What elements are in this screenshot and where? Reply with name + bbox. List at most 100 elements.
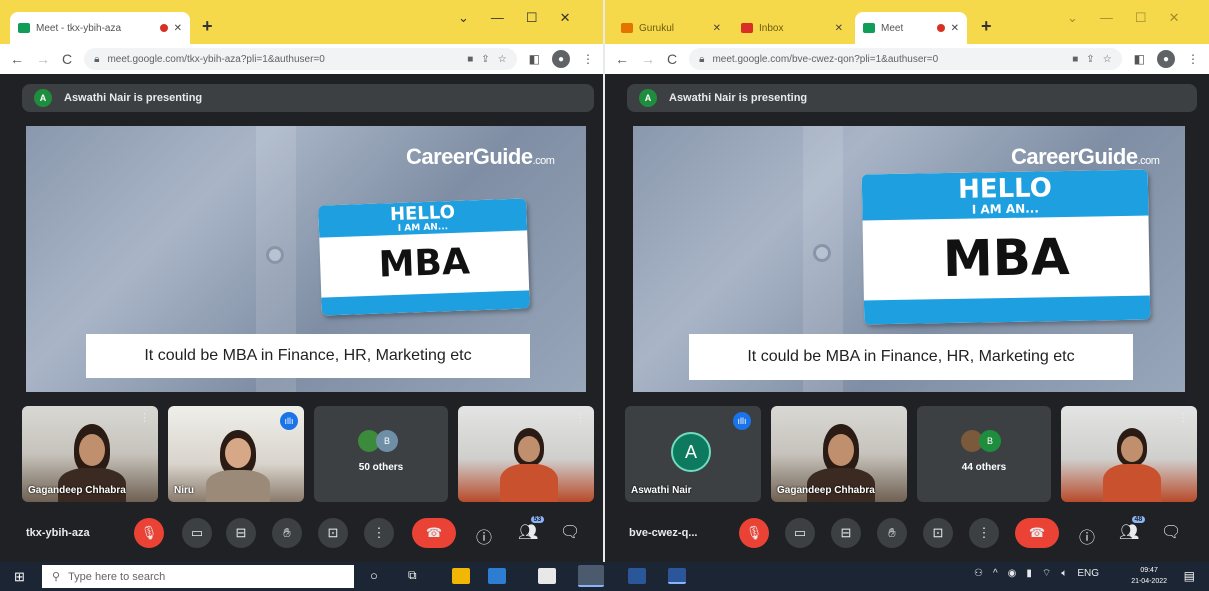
chat-icon[interactable]: 🗨︎ bbox=[560, 522, 580, 542]
chevron-up-icon[interactable]: ^ bbox=[993, 568, 998, 579]
notifications-icon[interactable]: ▤ bbox=[1184, 569, 1195, 583]
maximize-button[interactable]: ☐ bbox=[526, 10, 538, 26]
back-icon[interactable]: ← bbox=[615, 51, 629, 67]
share-icon[interactable]: ⇪ bbox=[1086, 54, 1094, 65]
profile-avatar[interactable]: ● bbox=[552, 50, 570, 68]
chat-icon[interactable]: 🗨︎ bbox=[1161, 522, 1181, 542]
more-options-icon[interactable]: ⋮ bbox=[139, 411, 150, 424]
tab-meet[interactable]: Meet - tkx-ybih-aza ✕ bbox=[10, 12, 190, 44]
presentation-slide: CareerGuide.com HELLO I AM AN... MBA It … bbox=[26, 126, 586, 392]
share-icon[interactable]: ⇪ bbox=[481, 54, 489, 65]
close-window-button[interactable]: ✕ bbox=[560, 10, 571, 26]
camera-icon[interactable]: ■ bbox=[1072, 54, 1078, 65]
tab-label: Meet bbox=[881, 22, 904, 34]
close-tab-icon[interactable]: ✕ bbox=[174, 23, 182, 34]
windows-start-icon[interactable]: ⊞ bbox=[14, 569, 25, 585]
end-call-button[interactable]: ☎︎ bbox=[412, 518, 456, 548]
person-face bbox=[1121, 436, 1143, 462]
participant-tile[interactable]: Gagandeep Chhabra bbox=[771, 406, 907, 502]
participant-tile[interactable]: ⋮ Gagandeep Chhabra bbox=[22, 406, 158, 502]
forward-icon[interactable]: → bbox=[36, 51, 50, 67]
maximize-button[interactable]: ☐ bbox=[1135, 10, 1147, 26]
participant-tile[interactable]: ıllı Niru bbox=[168, 406, 304, 502]
people-tray-icon[interactable]: ⚇ bbox=[974, 568, 983, 579]
more-options-icon[interactable]: ⋮ bbox=[1178, 411, 1189, 424]
badge-mba: MBA bbox=[942, 227, 1070, 289]
mic-off-button[interactable]: 🎙︎ bbox=[134, 518, 164, 548]
camera-button[interactable]: ▭ bbox=[785, 518, 815, 548]
tab-search-icon[interactable]: ⌄ bbox=[1067, 10, 1078, 26]
word-icon[interactable] bbox=[628, 568, 646, 584]
sidebar-icon[interactable]: ◧ bbox=[529, 52, 540, 66]
omnibox[interactable]: 🔒︎ meet.google.com/tkx-ybih-aza?pli=1&au… bbox=[84, 48, 517, 70]
info-icon[interactable]: ⓘ bbox=[476, 524, 492, 548]
people-icon[interactable]: 👥︎ 48 bbox=[1119, 516, 1146, 542]
profile-avatar[interactable]: ● bbox=[1157, 50, 1175, 68]
person-body bbox=[206, 470, 270, 502]
others-tile[interactable]: B 44 others bbox=[917, 406, 1051, 502]
new-tab-button[interactable]: + bbox=[202, 16, 213, 37]
badge-mba: MBA bbox=[377, 241, 471, 286]
minimize-button[interactable]: — bbox=[491, 10, 504, 26]
more-options-button[interactable]: ⋮ bbox=[364, 518, 394, 548]
close-tab-icon[interactable]: ✕ bbox=[713, 23, 721, 34]
language-indicator[interactable]: ENG bbox=[1077, 568, 1099, 579]
end-call-button[interactable]: ☎︎ bbox=[1015, 518, 1059, 548]
more-options-icon[interactable]: ⋮ bbox=[575, 411, 586, 424]
taskbar-search[interactable]: ⚲ Type here to search bbox=[42, 565, 354, 588]
meet-favicon-icon bbox=[863, 23, 875, 33]
cortana-icon[interactable]: ○ bbox=[370, 568, 378, 583]
battery-icon[interactable]: ▮ bbox=[1026, 568, 1032, 579]
close-window-button[interactable]: ✕ bbox=[1169, 10, 1180, 26]
participant-tile[interactable]: ⋮ bbox=[1061, 406, 1197, 502]
wifi-icon[interactable]: ⌔ bbox=[1042, 567, 1051, 580]
tab-label: Inbox bbox=[759, 22, 784, 34]
chrome-icon[interactable] bbox=[578, 565, 604, 587]
more-options-button[interactable]: ⋮ bbox=[969, 518, 999, 548]
task-view-icon[interactable]: ⧉ bbox=[408, 568, 417, 583]
menu-icon[interactable]: ⋮ bbox=[1187, 52, 1199, 66]
people-icon[interactable]: 👥︎ 53 bbox=[518, 516, 545, 542]
raise-hand-button[interactable]: ✋︎ bbox=[272, 518, 302, 548]
present-button[interactable]: ⊡ bbox=[318, 518, 348, 548]
tab-search-icon[interactable]: ⌄ bbox=[458, 10, 469, 26]
back-icon[interactable]: ← bbox=[10, 51, 24, 67]
raise-hand-button[interactable]: ✋︎ bbox=[877, 518, 907, 548]
close-tab-icon[interactable]: ✕ bbox=[951, 23, 959, 34]
tab-gurukul[interactable]: Gurukul ✕ bbox=[613, 12, 729, 44]
new-tab-button[interactable]: + bbox=[981, 16, 992, 37]
minimize-button[interactable]: — bbox=[1100, 10, 1113, 26]
participant-mini-avatar: B bbox=[376, 430, 398, 452]
clock[interactable]: 09:47 21-04-2022 bbox=[1131, 565, 1167, 587]
file-explorer-icon[interactable] bbox=[452, 568, 470, 584]
store-icon[interactable] bbox=[538, 568, 556, 584]
tab-meet[interactable]: Meet ✕ bbox=[855, 12, 967, 44]
omnibox[interactable]: 🔒︎ meet.google.com/bve-cwez-qon?pli=1&au… bbox=[689, 48, 1122, 70]
meeting-controls: bve-cwez-q... 🎙︎ ▭ ⊟ ✋︎ ⊡ ⋮ ☎︎ ⓘ 👥︎ 48 🗨︎ bbox=[605, 512, 1209, 554]
url-text: meet.google.com/bve-cwez-qon?pli=1&authu… bbox=[712, 53, 939, 65]
mic-off-button[interactable]: 🎙︎ bbox=[739, 518, 769, 548]
close-tab-icon[interactable]: ✕ bbox=[835, 23, 843, 34]
windows-taskbar: ⊞ ⚲ Type here to search ○ ⧉ ⚇ ^ ◉ ▮ ⌔ 🔈︎… bbox=[0, 562, 1209, 591]
participant-tile[interactable]: A ıllı Aswathi Nair bbox=[625, 406, 761, 502]
network-icon[interactable]: ◉ bbox=[1008, 568, 1017, 579]
others-tile[interactable]: B 50 others bbox=[314, 406, 448, 502]
participant-tile[interactable]: ⋮ bbox=[458, 406, 594, 502]
captions-button[interactable]: ⊟ bbox=[226, 518, 256, 548]
star-icon[interactable]: ☆ bbox=[1103, 54, 1112, 65]
camera-button[interactable]: ▭ bbox=[182, 518, 212, 548]
reload-icon[interactable]: C bbox=[667, 51, 677, 67]
star-icon[interactable]: ☆ bbox=[498, 54, 507, 65]
reload-icon[interactable]: C bbox=[62, 51, 72, 67]
mail-icon[interactable] bbox=[488, 568, 506, 584]
sidebar-icon[interactable]: ◧ bbox=[1134, 52, 1145, 66]
tab-inbox[interactable]: Inbox ✕ bbox=[733, 12, 851, 44]
word-icon-active[interactable] bbox=[668, 568, 686, 584]
camera-icon[interactable]: ■ bbox=[467, 54, 473, 65]
forward-icon[interactable]: → bbox=[641, 51, 655, 67]
menu-icon[interactable]: ⋮ bbox=[582, 52, 594, 66]
info-icon[interactable]: ⓘ bbox=[1079, 524, 1095, 548]
captions-button[interactable]: ⊟ bbox=[831, 518, 861, 548]
present-button[interactable]: ⊡ bbox=[923, 518, 953, 548]
volume-icon[interactable]: 🔈︎ bbox=[1061, 568, 1067, 579]
